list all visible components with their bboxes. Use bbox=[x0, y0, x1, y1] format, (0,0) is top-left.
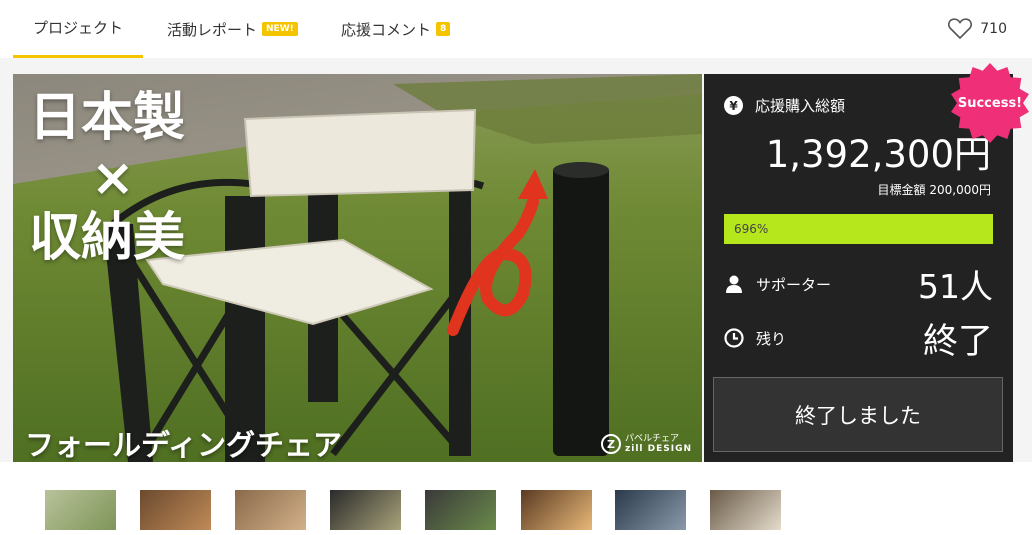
person-icon bbox=[726, 275, 742, 293]
like-button[interactable]: 710 bbox=[948, 18, 1007, 39]
thumbnail-8[interactable] bbox=[710, 490, 781, 530]
comment-count-badge: 8 bbox=[436, 22, 451, 36]
clock-icon bbox=[724, 328, 744, 348]
yen-icon: ¥ bbox=[724, 96, 743, 115]
progress-bar: 696% bbox=[724, 214, 993, 244]
thumbnail-strip bbox=[0, 462, 1032, 535]
total-label: 応援購入総額 bbox=[755, 97, 846, 115]
success-label: Success! bbox=[957, 95, 1023, 111]
remaining-label: 残り bbox=[756, 329, 787, 348]
hero-title-cross: × bbox=[91, 148, 135, 208]
thumbnail-5[interactable] bbox=[425, 490, 496, 530]
success-badge: Success! bbox=[949, 62, 1031, 144]
thumbnail-6[interactable] bbox=[521, 490, 592, 530]
brand-logo: Z パベルチェア zill DESIGN bbox=[601, 434, 692, 454]
supporters-count: 51人 bbox=[918, 267, 993, 306]
progress-percent: 696% bbox=[734, 222, 769, 236]
tab-activity-reports[interactable]: 活動レポート NEW! bbox=[167, 0, 298, 58]
tab-reports-label: 活動レポート bbox=[167, 20, 258, 39]
hero-caption: フォールディングチェア bbox=[25, 428, 342, 462]
new-badge: NEW! bbox=[262, 22, 298, 36]
hero-title: 日本製 × 収納美 bbox=[29, 88, 185, 268]
hero-title-line1: 日本製 bbox=[29, 88, 186, 148]
tab-comments-label: 応援コメント bbox=[341, 20, 432, 39]
thumbnail-4[interactable] bbox=[330, 490, 401, 530]
remaining-row: 残り 終了 bbox=[724, 318, 993, 362]
tab-support-comments[interactable]: 応援コメント 8 bbox=[341, 0, 451, 58]
thumbnail-2[interactable] bbox=[140, 490, 211, 530]
project-ended-button[interactable]: 終了しました bbox=[713, 377, 1003, 452]
heart-icon bbox=[948, 18, 973, 39]
thumbnail-3[interactable] bbox=[235, 490, 306, 530]
thumbnail-1[interactable] bbox=[45, 490, 116, 530]
supporters-label: サポーター bbox=[756, 275, 832, 294]
brand-mark: Z bbox=[601, 434, 621, 454]
like-count: 710 bbox=[980, 20, 1007, 37]
remaining-value: 終了 bbox=[922, 321, 993, 362]
tab-projects[interactable]: プロジェクト bbox=[13, 0, 143, 58]
brand-line2: zill DESIGN bbox=[625, 444, 692, 454]
goal-amount: 目標金額 200,000円 bbox=[877, 183, 991, 197]
project-main-image: 日本製 × 収納美 フォールディングチェア Z パベルチェア zill DESI… bbox=[13, 74, 702, 462]
supporters-row: サポーター 51人 bbox=[724, 264, 993, 306]
funding-stats-panel: ¥ 応援購入総額 1,392,300円 目標金額 200,000円 696% サ… bbox=[704, 63, 1029, 462]
tab-bar: プロジェクト 活動レポート NEW! 応援コメント 8 710 bbox=[0, 0, 1032, 58]
tab-projects-label: プロジェクト bbox=[32, 19, 123, 37]
thumbnail-7[interactable] bbox=[615, 490, 686, 530]
brand-line1: パベルチェア bbox=[625, 434, 680, 444]
hero-title-line3: 収納美 bbox=[29, 208, 186, 268]
